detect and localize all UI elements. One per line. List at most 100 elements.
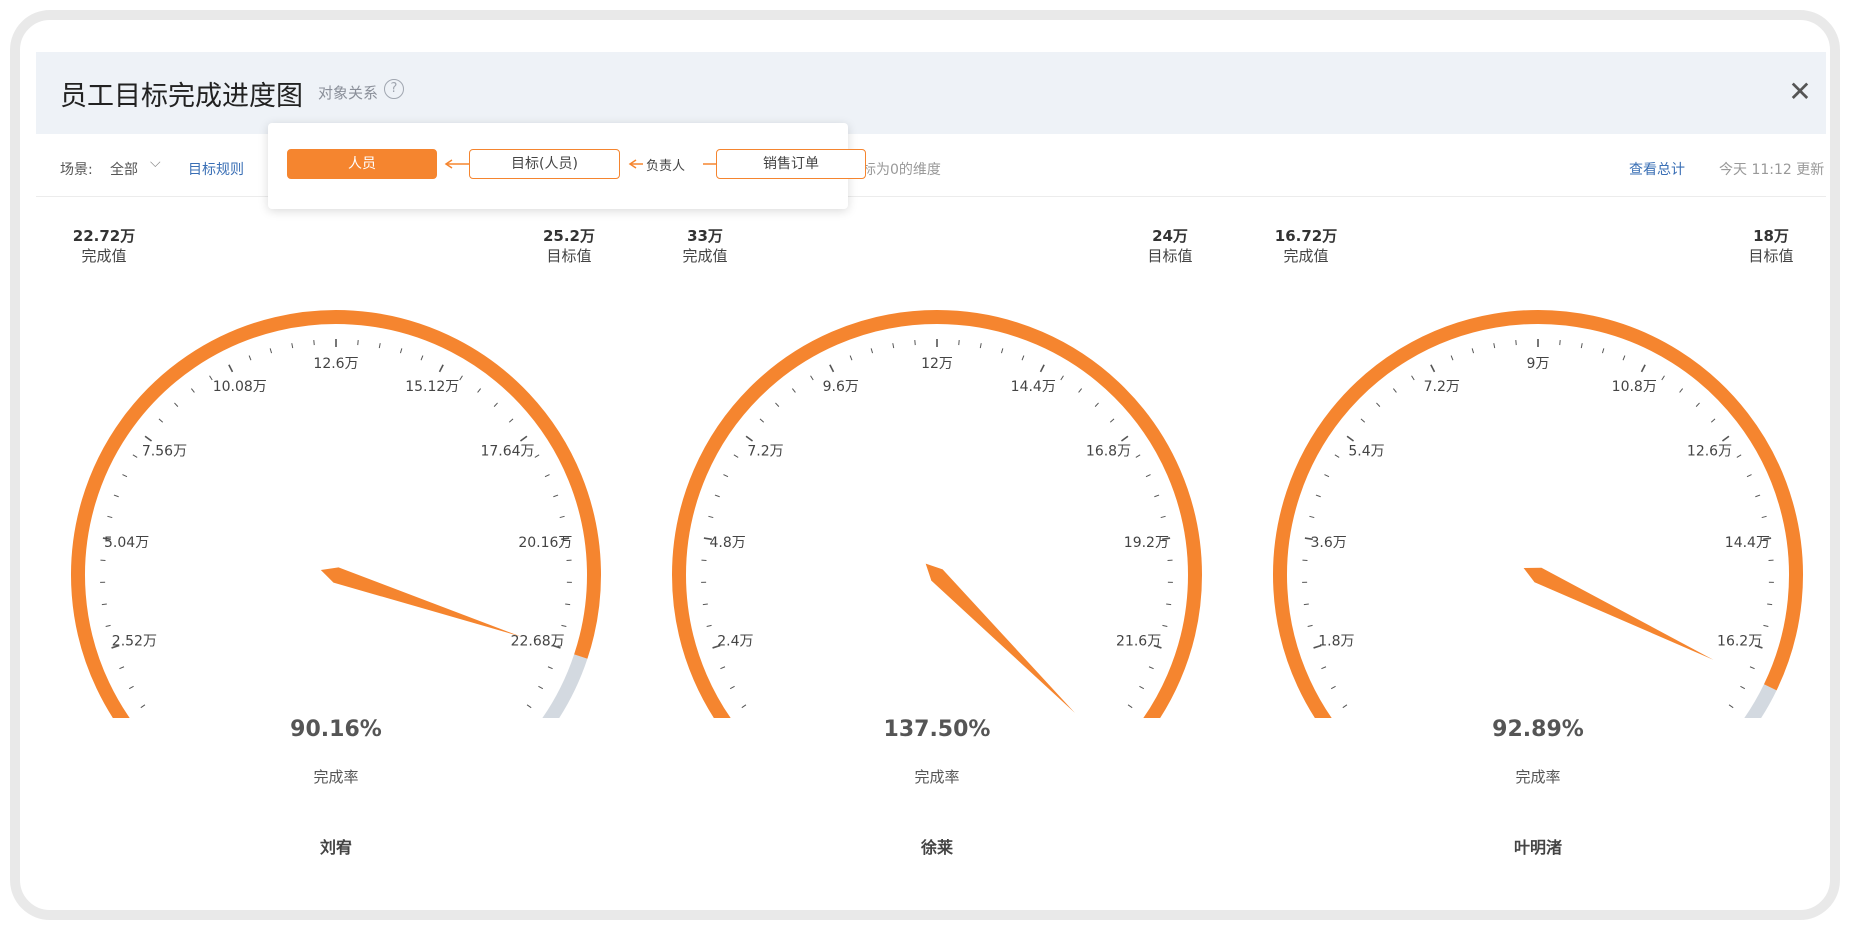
tick-label: 5.04万 <box>104 535 149 551</box>
minor-tick <box>1139 685 1145 690</box>
major-tick <box>519 435 528 442</box>
relation-node[interactable]: 人员 <box>287 149 437 179</box>
tick-label: 2.52万 <box>112 634 157 650</box>
minor-tick <box>378 343 381 349</box>
minor-tick <box>729 685 735 690</box>
tick-label: 1.8万 <box>1318 634 1354 650</box>
help-icon[interactable]: ? <box>384 79 404 99</box>
minor-tick <box>101 603 107 606</box>
minor-tick <box>1021 355 1025 361</box>
scene-label: 场景: <box>60 162 93 178</box>
minor-tick <box>1767 603 1773 606</box>
minor-tick <box>1450 355 1454 361</box>
tick-label: 17.64万 <box>480 443 534 459</box>
minor-tick <box>1755 494 1761 498</box>
major-tick <box>228 364 234 373</box>
minor-tick <box>1360 418 1366 423</box>
employee-name: 徐莱 <box>920 838 953 857</box>
minor-tick <box>1060 375 1064 381</box>
gauge-progress-arc <box>672 310 1202 718</box>
minor-tick <box>1321 666 1327 670</box>
minor-tick <box>1679 388 1684 393</box>
minor-tick <box>775 402 780 407</box>
minor-tick <box>741 704 747 709</box>
minor-tick <box>1324 474 1330 478</box>
tick-label: 10.8万 <box>1612 379 1657 395</box>
chevron-down-icon[interactable]: ⌵ <box>150 155 161 171</box>
major-tick <box>745 435 754 442</box>
gauge-needle <box>1523 567 1714 660</box>
tick-label: 21.6万 <box>1116 634 1161 650</box>
major-tick <box>1120 435 1129 442</box>
minor-tick <box>1145 474 1151 478</box>
minor-tick <box>1749 666 1755 670</box>
scene-select[interactable]: 全部 <box>110 159 138 179</box>
target-rule-link[interactable]: 目标规则 <box>188 159 244 179</box>
minor-tick <box>1376 402 1381 407</box>
minor-tick <box>248 355 252 361</box>
minor-tick <box>140 704 146 709</box>
minor-tick <box>1307 624 1313 627</box>
tick-label: 12.6万 <box>1687 443 1732 459</box>
minor-tick <box>1000 348 1004 354</box>
gauge-card: 33万完成值24万目标值02.4万4.8万7.2万9.6万12万14.4万16.… <box>637 198 1237 857</box>
tick-label: 2.4万 <box>717 634 753 650</box>
tick-label: 16.8万 <box>1086 443 1131 459</box>
completion-percent: 137.50% <box>883 717 991 742</box>
relation-node[interactable]: 目标(人员) <box>469 149 620 179</box>
tick-label: 19.2万 <box>1124 535 1169 551</box>
tick-label: 7.56万 <box>142 443 187 459</box>
minor-tick <box>1109 418 1115 423</box>
minor-tick <box>107 515 113 519</box>
tick-label: 20.16万 <box>518 535 572 551</box>
minor-tick <box>810 375 814 381</box>
tick-label: 4.8万 <box>709 535 745 551</box>
minor-tick <box>1303 603 1309 606</box>
tick-label: 7.2万 <box>1424 379 1460 395</box>
relation-node[interactable]: 销售订单 <box>716 149 866 179</box>
minor-tick <box>1094 402 1099 407</box>
minor-tick <box>1160 515 1166 519</box>
gauge-area: 22.72万完成值25.2万目标值02.52万5.04万7.56万10.08万1… <box>36 198 1826 857</box>
minor-tick <box>892 343 895 349</box>
panel-header: 员工目标完成进度图 对象关系 ? ✕ <box>36 52 1826 134</box>
minor-tick <box>559 515 565 519</box>
object-relation-popup: 人员 目标(人员) 负责人 销售订单 <box>268 123 866 209</box>
completion-percent: 92.89% <box>1492 717 1584 742</box>
close-icon[interactable]: ✕ <box>1780 72 1820 112</box>
minor-tick <box>1392 388 1397 393</box>
minor-tick <box>1728 704 1734 709</box>
minor-tick <box>119 666 125 670</box>
tick-label: 10.08万 <box>213 379 267 395</box>
major-tick <box>829 364 835 373</box>
minor-tick <box>1342 704 1348 709</box>
minor-tick <box>1710 418 1716 423</box>
minor-tick <box>561 624 567 627</box>
minor-tick <box>1166 603 1172 606</box>
minor-tick <box>269 348 273 354</box>
gauge-card: 22.72万完成值25.2万目标值02.52万5.04万7.56万10.08万1… <box>36 198 636 857</box>
major-tick <box>1430 364 1436 373</box>
employee-name: 刘宥 <box>319 838 352 857</box>
major-tick <box>1640 364 1646 373</box>
gauge-dial: 02.4万4.8万7.2万9.6万12万14.4万16.8万19.2万21.6万… <box>672 310 1202 718</box>
minor-tick <box>113 494 119 498</box>
minor-tick <box>508 418 514 423</box>
employee-name: 叶明渚 <box>1513 838 1562 857</box>
minor-tick <box>291 343 294 349</box>
minor-tick <box>702 603 708 606</box>
minor-tick <box>174 402 179 407</box>
minor-tick <box>979 343 982 349</box>
minor-tick <box>105 624 111 627</box>
gauge-progress-arc <box>1273 310 1803 718</box>
view-total-link[interactable]: 查看总计 <box>1629 159 1685 179</box>
minor-tick <box>1315 494 1321 498</box>
tick-label: 14.4万 <box>1011 379 1056 395</box>
update-time: 今天 11:12 更新 <box>1719 162 1825 178</box>
minor-tick <box>733 454 739 458</box>
minor-tick <box>132 454 138 458</box>
minor-tick <box>1135 454 1141 458</box>
minor-tick <box>1162 624 1168 627</box>
minor-tick <box>1471 348 1475 354</box>
relation-link[interactable]: 对象关系 <box>318 82 378 103</box>
